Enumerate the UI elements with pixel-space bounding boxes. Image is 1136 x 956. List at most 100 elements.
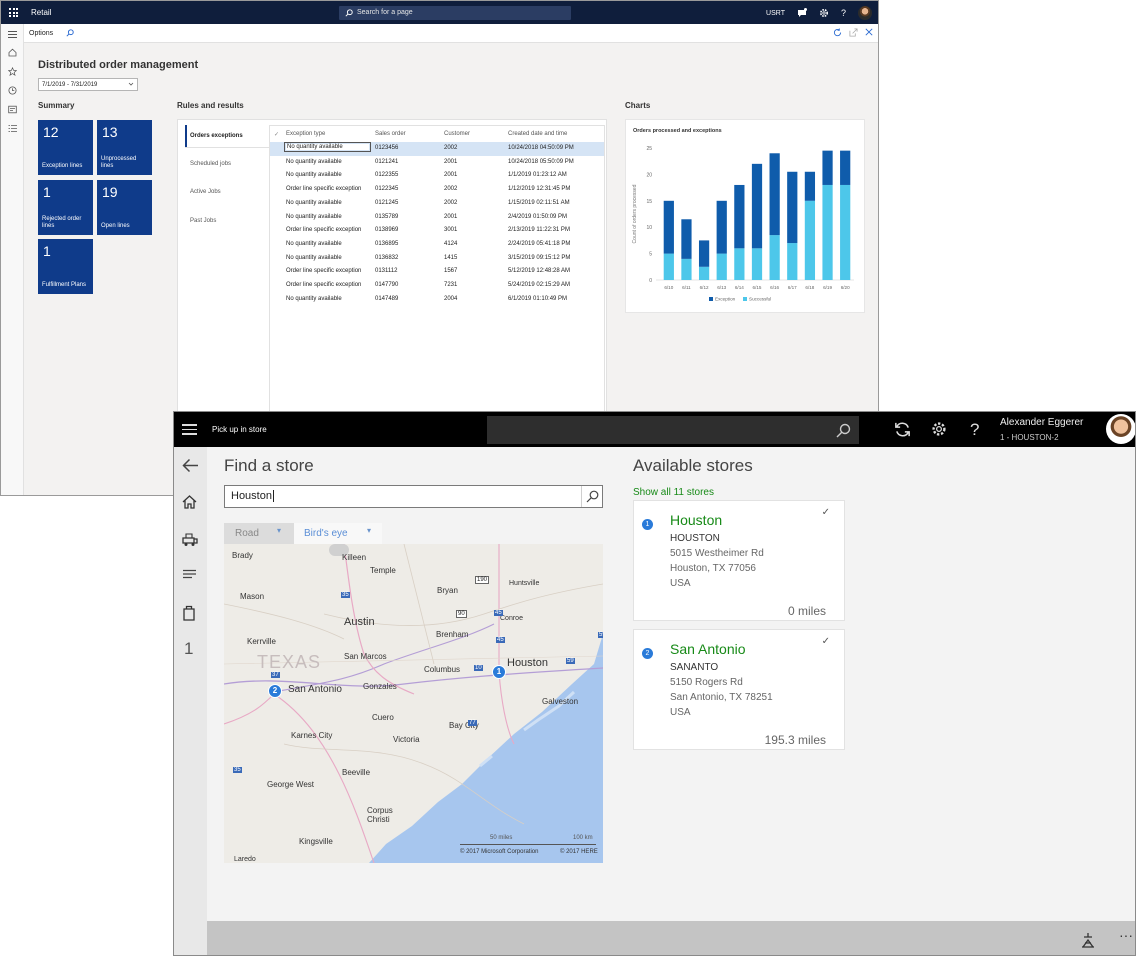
column-header[interactable]: Sales order: [375, 131, 406, 137]
close-icon[interactable]: [865, 28, 873, 36]
bar-successful: [769, 235, 780, 280]
hamburger-menu-icon[interactable]: [182, 424, 197, 438]
road-view-toggle[interactable]: Road ▾: [224, 523, 294, 544]
birdseye-chevron-icon[interactable]: ▾: [367, 526, 371, 535]
settings-gear-icon[interactable]: [930, 420, 948, 438]
home-icon[interactable]: [182, 495, 197, 509]
store-card-san-antonio[interactable]: 2 San Antonio SANANTO 5150 Rogers Rd San…: [633, 629, 845, 750]
store-map[interactable]: TEXAS Brady Killeen Temple Mason Bryan H…: [224, 544, 603, 863]
app-launcher-icon[interactable]: [9, 8, 18, 17]
map-scale-bar: [460, 844, 596, 845]
show-all-stores-link[interactable]: Show all 11 stores: [633, 487, 714, 498]
home-icon[interactable]: [8, 48, 17, 57]
table-cell: 10/24/2018 04:50:09 PM: [508, 145, 574, 151]
table-cell: 2002: [444, 186, 458, 193]
column-header[interactable]: Customer: [444, 131, 470, 137]
store-search-button[interactable]: [581, 486, 602, 507]
road-chevron-icon[interactable]: ▾: [277, 526, 281, 535]
recent-clock-icon[interactable]: [8, 86, 17, 95]
table-row[interactable]: No quantity available 0123456 2002 10/24/20…: [270, 142, 604, 156]
search-icon: [586, 490, 599, 503]
store-address: 5150 Rogers Rd: [670, 677, 743, 688]
help-icon[interactable]: ?: [841, 8, 846, 18]
back-arrow-icon[interactable]: [182, 458, 199, 473]
store-search-input[interactable]: Houston: [224, 485, 603, 508]
list-icon[interactable]: [182, 569, 197, 581]
table-row[interactable]: No quantity available 0136895 4124 2/24/201…: [270, 238, 604, 252]
store-map-pin[interactable]: 1: [492, 665, 506, 679]
hamburger-menu-icon[interactable]: [8, 30, 17, 39]
tab-orders-exceptions[interactable]: Orders exceptions: [185, 125, 269, 148]
checkmark-icon: ✓: [821, 636, 830, 647]
store-city: Houston, TX 77056: [670, 563, 756, 574]
refresh-icon[interactable]: [833, 28, 842, 37]
store-map-pin[interactable]: 2: [268, 684, 282, 698]
table-cell: 2001: [444, 158, 458, 165]
table-cell: 0136895: [375, 240, 399, 247]
pos-search-input[interactable]: [487, 416, 859, 444]
city-label: Kingsville: [299, 837, 333, 846]
user-avatar[interactable]: [858, 6, 872, 20]
notification-icon[interactable]: [797, 8, 807, 18]
select-all-check-icon[interactable]: ✓: [274, 131, 279, 138]
table-row[interactable]: No quantity available 0147489 2004 6/1/2019…: [270, 293, 604, 307]
table-row[interactable]: No quantity available 0122355 2001 1/1/2019…: [270, 169, 604, 183]
operator-name[interactable]: Alexander Eggerer: [1000, 417, 1083, 428]
table-row[interactable]: Order line specific exception 0131112 1567…: [270, 265, 604, 279]
table-row[interactable]: No quantity available 0135789 2001 2/4/2019…: [270, 211, 604, 225]
y-tick-label: 15: [646, 199, 652, 205]
products-icon[interactable]: [182, 532, 198, 547]
store-card-houston[interactable]: 1 Houston HOUSTON 5015 Westheimer Rd Hou…: [633, 500, 845, 621]
table-row[interactable]: No quantity available 0121245 2002 1/15/201…: [270, 197, 604, 211]
help-icon[interactable]: ?: [970, 420, 979, 440]
tile-label: Exception lines: [42, 163, 83, 169]
bar-successful: [787, 243, 798, 280]
x-tick-label: 6/13: [717, 285, 726, 290]
table-cell: No quantity available: [286, 172, 342, 179]
city-label: Huntsville: [509, 580, 540, 587]
table-row[interactable]: Order line specific exception 0138969 3001…: [270, 224, 604, 238]
table-cell: No quantity available: [286, 213, 342, 220]
tab-past-jobs[interactable]: Past Jobs: [190, 218, 216, 224]
table-row[interactable]: No quantity available 0136832 1415 3/15/201…: [270, 252, 604, 266]
table-row[interactable]: Order line specific exception 0147790 7231…: [270, 279, 604, 293]
table-row[interactable]: Order line specific exception 0122345 2002…: [270, 183, 604, 197]
modules-list-icon[interactable]: [8, 124, 17, 133]
tile-unprocessed-lines[interactable]: 13 Unprocessed lines: [97, 120, 152, 175]
highway-shield: 45: [496, 637, 505, 643]
tab-active-jobs[interactable]: Active Jobs: [190, 189, 221, 195]
table-row[interactable]: No quantity available 0121241 2001 10/24/20…: [270, 156, 604, 170]
column-header[interactable]: Exception type: [286, 131, 325, 137]
user-avatar[interactable]: [1106, 414, 1135, 444]
column-header[interactable]: Created date and time: [508, 131, 567, 137]
tile-rejected-order-lines[interactable]: 1 Rejected order lines: [38, 180, 93, 235]
table-cell: 2001: [444, 172, 458, 179]
shopping-bag-icon[interactable]: [182, 604, 196, 621]
table-cell: 0138969: [375, 227, 399, 234]
favorites-star-icon[interactable]: [8, 67, 17, 76]
birdseye-view-toggle[interactable]: Bird's eye ▾: [294, 523, 382, 544]
city-label: San Marcos: [344, 652, 387, 661]
cart-line-count[interactable]: 1: [184, 639, 193, 659]
highway-shield: 37: [271, 672, 280, 678]
tile-exception-lines[interactable]: 12 Exception lines: [38, 120, 93, 175]
tab-scheduled-jobs[interactable]: Scheduled jobs: [190, 161, 231, 167]
actionbar-search-icon[interactable]: [66, 29, 74, 37]
table-cell: 3001: [444, 227, 458, 234]
open-new-window-icon[interactable]: [849, 28, 858, 37]
tile-open-lines[interactable]: 19 Open lines: [97, 180, 152, 235]
bar-exception: [663, 200, 674, 254]
hardware-station-icon[interactable]: [1080, 932, 1096, 948]
city-label: Karnes City: [291, 731, 333, 740]
bar-exception: [769, 153, 780, 236]
settings-gear-icon[interactable]: [819, 8, 829, 18]
search-icon[interactable]: [835, 423, 851, 439]
date-range-dropdown[interactable]: 7/1/2019 - 7/31/2019: [38, 78, 138, 91]
workspaces-icon[interactable]: [8, 105, 17, 114]
page-search-input[interactable]: Search for a page: [339, 6, 571, 20]
tile-fulfillment-plans[interactable]: 1 Fulfillment Plans: [38, 239, 93, 294]
options-menu[interactable]: Options: [29, 30, 53, 37]
company-code[interactable]: USRT: [766, 10, 785, 17]
more-options-icon[interactable]: ···: [1119, 927, 1133, 943]
sync-icon[interactable]: [893, 420, 912, 439]
